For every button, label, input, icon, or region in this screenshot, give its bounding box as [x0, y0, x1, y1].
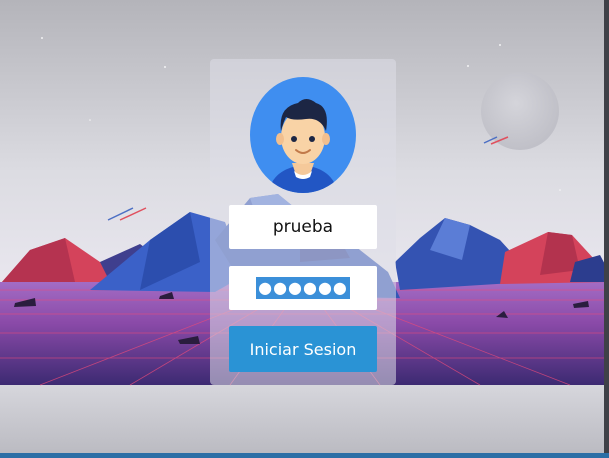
password-mask: ●●●●●●: [256, 277, 350, 299]
login-button[interactable]: Iniciar Sesion: [229, 326, 377, 372]
username-field[interactable]: [229, 205, 377, 249]
user-avatar-icon: [250, 77, 356, 193]
password-field[interactable]: ●●●●●●: [229, 266, 377, 310]
